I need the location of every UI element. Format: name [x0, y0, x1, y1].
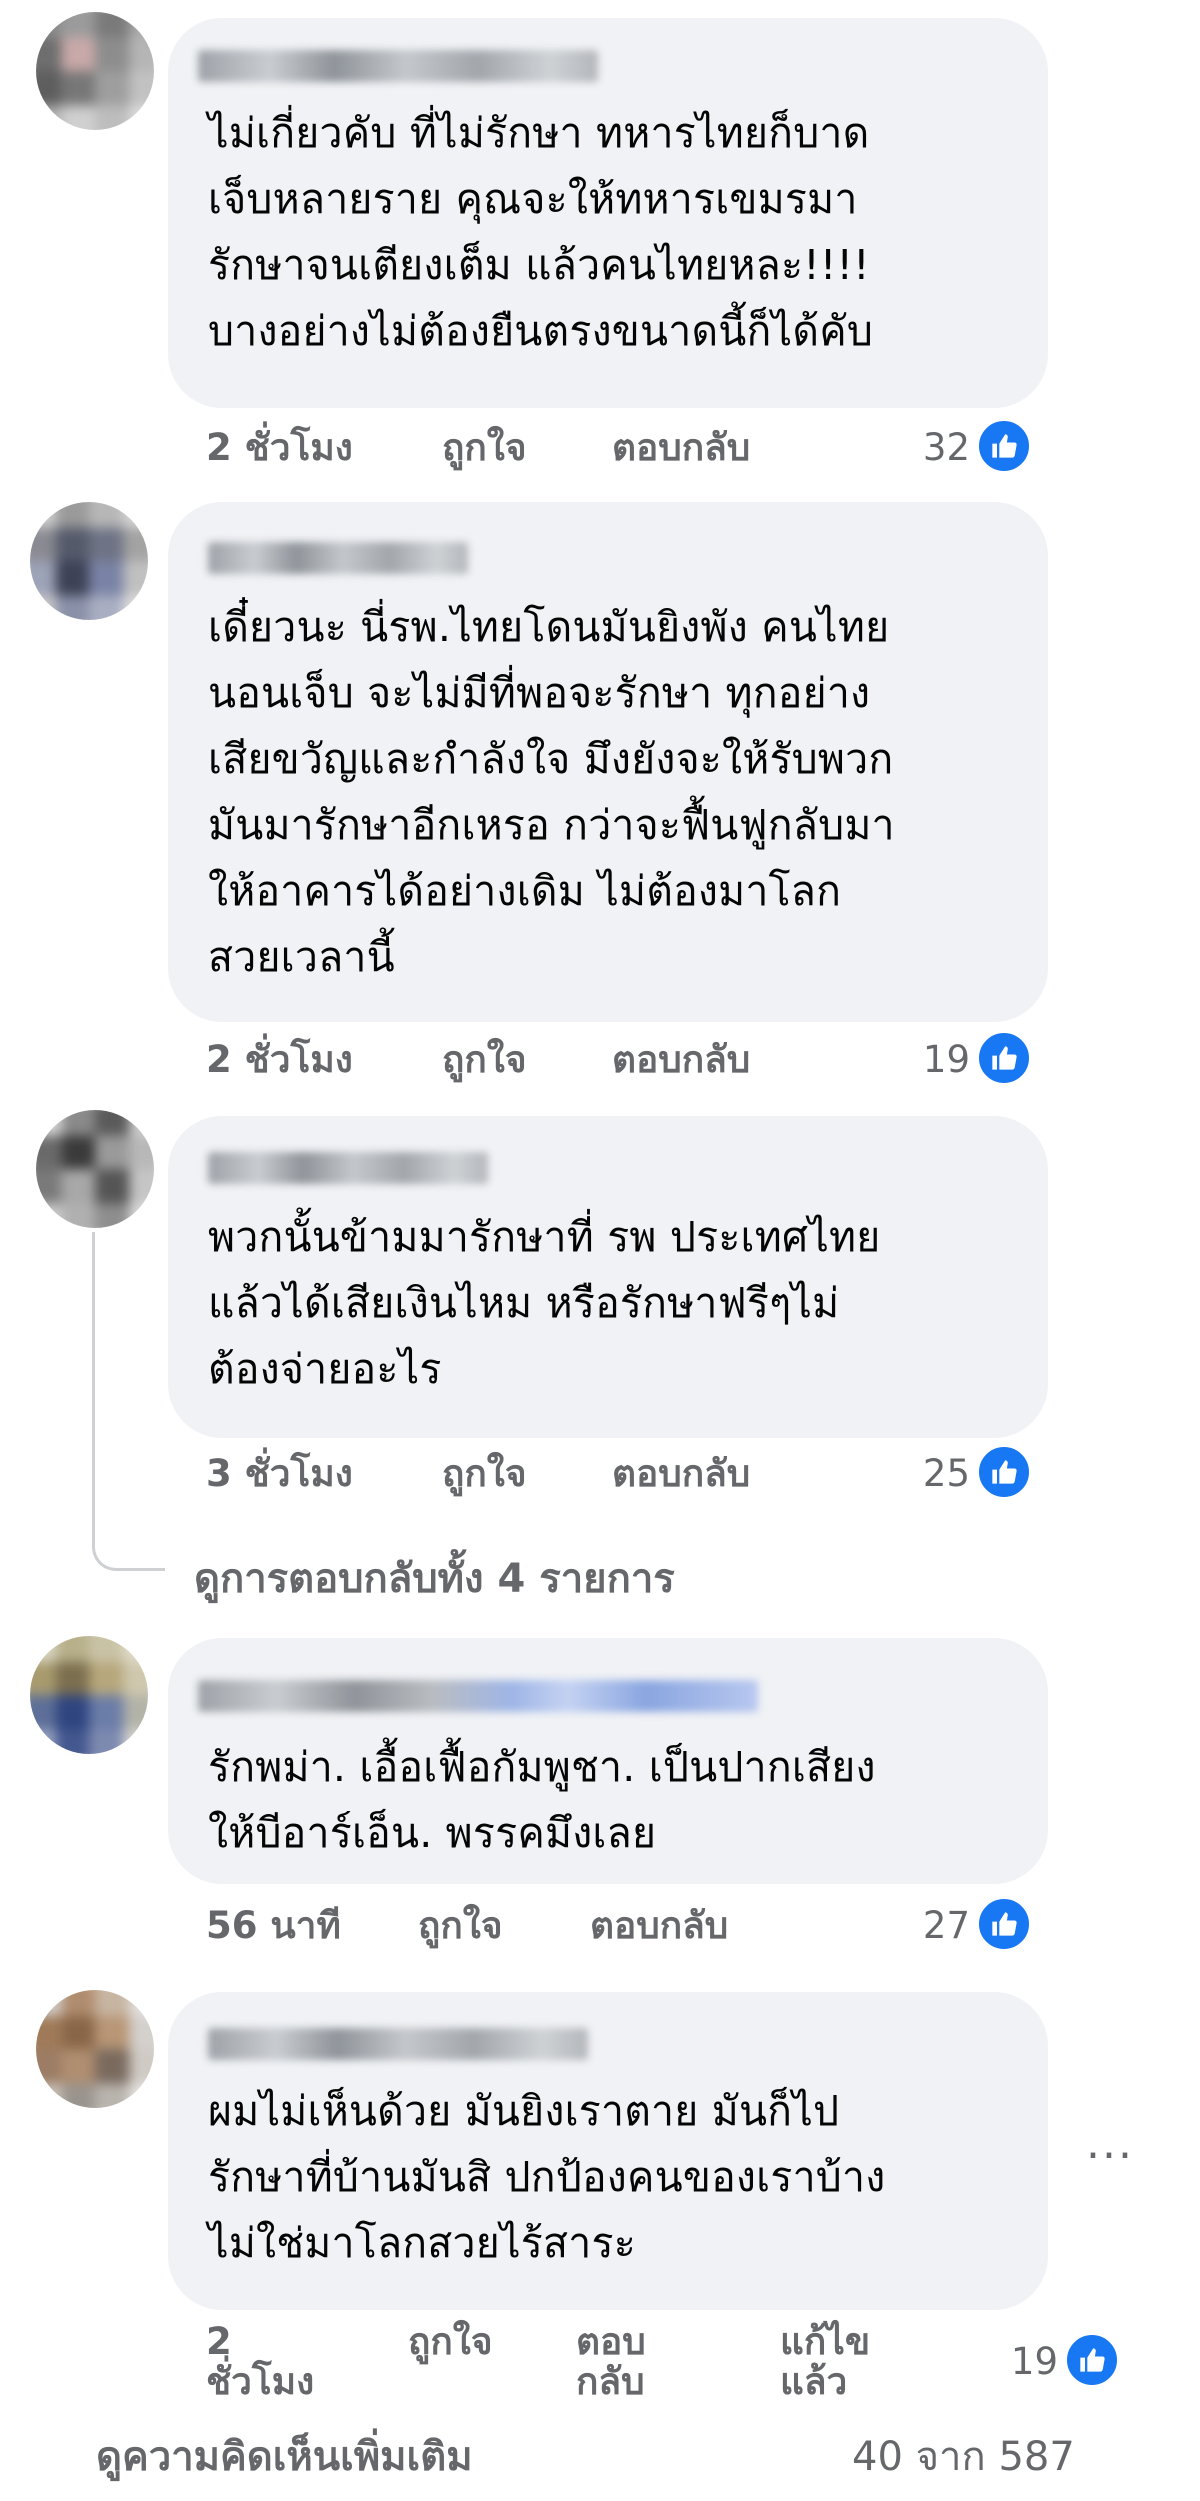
reply-button[interactable]: ตอบกลับ [612, 1038, 750, 1082]
comment-bubble: ผมไม่เห็นด้วย มันยิงเราตาย มันก็ไป รักษา… [168, 1992, 1048, 2310]
view-more-comments-link[interactable]: ดูความคิดเห็นเพิ่มเติม [96, 2424, 473, 2488]
comment-bubble: พวกนั้นข้ามมารักษาที่ รพ ประเทศไทย แล้วไ… [168, 1116, 1048, 1438]
reply-button[interactable]: ตอบกลับ [612, 426, 750, 470]
like-button[interactable]: ถูกใจ [442, 1452, 527, 1496]
thread-connector [92, 1520, 165, 1571]
comment-text: พวกนั้นข้ามมารักษาที่ รพ ประเทศไทย แล้วไ… [208, 1213, 881, 1393]
commenter-name[interactable] [208, 2028, 588, 2060]
view-replies-link[interactable]: ดูการตอบกลับทั้ง 4 รายการ [194, 1546, 675, 1610]
comment-text: รักพม่า. เอื้อเฟื้อกัมพูชา. เป็นปากเสียง… [208, 1743, 876, 1857]
like-button[interactable]: ถูกใจ [442, 426, 527, 470]
comment-bubble: ไม่เกี่ยวคับ ที่ไม่รักษา ทหารไทยก็บาด เจ… [168, 18, 1048, 408]
commenter-name[interactable] [208, 542, 468, 574]
comment-bubble: รักพม่า. เอื้อเฟื้อกัมพูชา. เป็นปากเสียง… [168, 1638, 1048, 1884]
comment-time[interactable]: 3 ชั่วโมง [206, 1452, 353, 1496]
reaction-count[interactable]: 25 [880, 1452, 970, 1496]
thumbs-up-icon[interactable] [1064, 2332, 1120, 2388]
comment-time[interactable]: 2 ชั่วโมง [206, 426, 353, 470]
avatar[interactable] [30, 1636, 148, 1754]
more-dots-icon[interactable]: ... [1086, 2118, 1134, 2169]
thumbs-up-icon[interactable] [976, 418, 1032, 474]
reaction-count[interactable]: 32 [880, 426, 970, 470]
thread-line [92, 1232, 95, 1532]
reaction-count[interactable]: 19 [968, 2340, 1058, 2384]
comment-text: ไม่เกี่ยวคับ ที่ไม่รักษา ทหารไทยก็บาด เจ… [208, 109, 874, 355]
thumbs-up-icon[interactable] [976, 1896, 1032, 1952]
commenter-name[interactable] [208, 1152, 488, 1184]
commenter-name[interactable] [198, 50, 598, 82]
comment-count: 40 จาก 587 [852, 2434, 1075, 2480]
reaction-count[interactable]: 27 [880, 1904, 970, 1948]
comment-text: ผมไม่เห็นด้วย มันยิงเราตาย มันก็ไป รักษา… [208, 2087, 886, 2267]
avatar[interactable] [36, 12, 154, 130]
reply-button[interactable]: ตอบกลับ [612, 1452, 750, 1496]
edited-label: แก้ไข แล้ว [780, 2320, 871, 2403]
comment-time[interactable]: 2 ชั่วโมง [206, 1038, 353, 1082]
commenter-name[interactable] [198, 1680, 758, 1712]
like-button[interactable]: ถูกใจ [408, 2322, 493, 2362]
reaction-count[interactable]: 19 [880, 1038, 970, 1082]
thumbs-up-icon[interactable] [976, 1030, 1032, 1086]
comment-time[interactable]: 2 ชั่วโมง [206, 2322, 314, 2402]
reply-button[interactable]: ตอบ กลับ [576, 2322, 646, 2402]
comment-bubble: เดี๋ยวนะ นี่รพ.ไทยโดนมันยิงพัง คนไทย นอน… [168, 502, 1048, 1022]
comment-text: เดี๋ยวนะ นี่รพ.ไทยโดนมันยิงพัง คนไทย นอน… [208, 603, 895, 981]
like-button[interactable]: ถูกใจ [418, 1904, 503, 1948]
avatar[interactable] [36, 1990, 154, 2108]
comment-time[interactable]: 56 นาที [206, 1904, 341, 1948]
thumbs-up-icon[interactable] [976, 1444, 1032, 1500]
like-button[interactable]: ถูกใจ [442, 1038, 527, 1082]
reply-button[interactable]: ตอบกลับ [590, 1904, 728, 1948]
avatar[interactable] [36, 1110, 154, 1228]
avatar[interactable] [30, 502, 148, 620]
